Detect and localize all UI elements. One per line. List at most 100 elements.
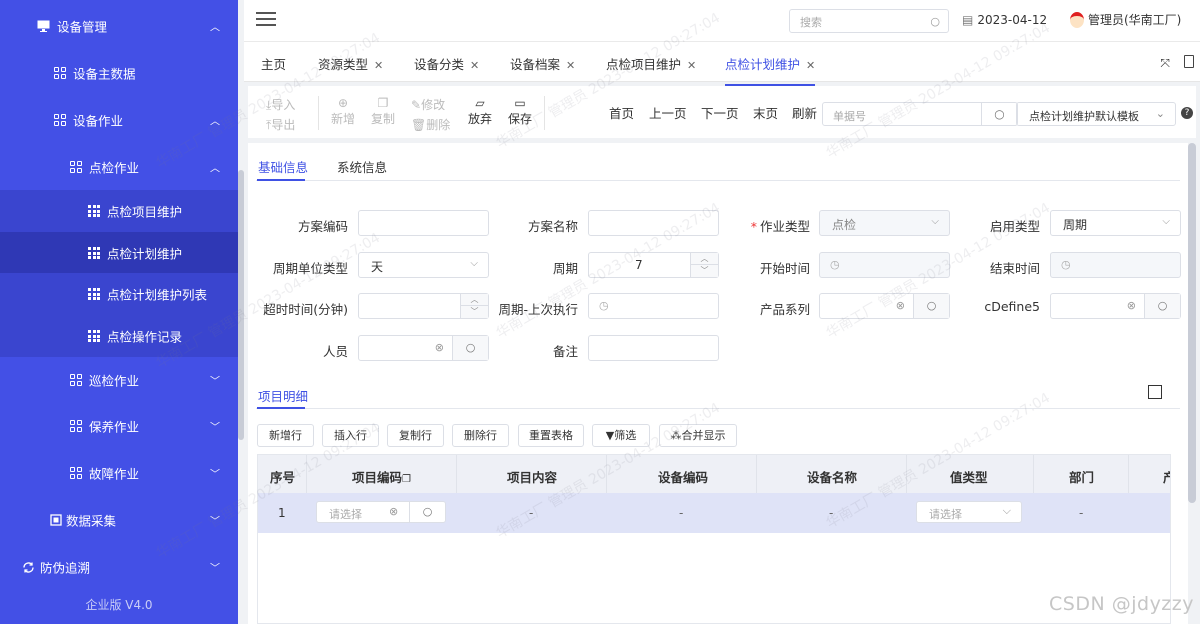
search-icon[interactable]: ○ [981, 103, 1017, 125]
tab-device-category[interactable]: 设备分类 ✕ [414, 54, 479, 73]
cycle-unit-select[interactable]: 天 ⌵ [358, 252, 489, 278]
close-icon[interactable]: ✕ [687, 59, 696, 72]
search-icon[interactable]: ○ [930, 15, 940, 28]
stepper-buttons[interactable]: ︿ ﹀ [690, 253, 718, 277]
search-input[interactable]: 搜索 ○ [789, 9, 949, 33]
column-header[interactable]: 部门 [1069, 467, 1094, 486]
document-icon[interactable] [1184, 55, 1194, 68]
sidebar-item-patrol[interactable]: 巡检作业 ﹀ [0, 359, 238, 401]
clear-icon[interactable]: ⊗ [896, 299, 905, 312]
clear-icon[interactable]: ⊗ [435, 341, 444, 354]
copy-icon[interactable]: ❐ [402, 474, 411, 485]
remark-input[interactable] [588, 335, 719, 361]
clear-icon[interactable]: ⊗ [1127, 299, 1136, 312]
merge-display-button[interactable]: ⁂合并显示 [659, 424, 737, 447]
item-code-input[interactable]: 请选择 ⊗ ○ [316, 501, 446, 523]
sidebar-item-trace[interactable]: 防伪追溯 ﹀ [0, 546, 238, 588]
clear-icon[interactable]: ⊗ [389, 505, 398, 518]
close-icon[interactable]: ✕ [470, 59, 479, 72]
filter-button[interactable]: ▼筛选 [592, 424, 650, 447]
last-page-button[interactable]: 末页 [753, 103, 778, 122]
menu-toggle-icon[interactable] [256, 12, 276, 28]
column-header[interactable]: 设备编码 [658, 467, 708, 486]
product-series-input[interactable]: ⊗ ○ [819, 293, 950, 319]
add-row-button[interactable]: 新增行 [257, 424, 314, 447]
table-row[interactable]: 1 请选择 ⊗ ○ - - - 请选择 ⌵ - [258, 493, 1170, 533]
work-type-select[interactable]: 点检 ⌵ [819, 210, 950, 236]
bill-number-input[interactable]: 单据号 ○ [822, 102, 1018, 126]
next-page-button[interactable]: 下一页 [701, 103, 739, 122]
sidebar-item-spot-check[interactable]: 点检作业 ︿ [0, 146, 238, 188]
save-button[interactable]: ▭ 保存 [508, 96, 532, 127]
sidebar-item-spot-check-plan[interactable]: 点检计划维护 [0, 232, 238, 274]
value-type-select[interactable]: 请选择 ⌵ [916, 501, 1022, 523]
reset-table-button[interactable]: 重置表格 [518, 424, 584, 447]
tab-basic-info[interactable]: 基础信息 [258, 157, 308, 176]
chevron-up-icon[interactable]: ︿ [461, 294, 488, 306]
sidebar-item-spot-check-plan-list[interactable]: 点检计划维护列表 [0, 273, 238, 315]
sidebar-item-spot-check-records[interactable]: 点检操作记录 [0, 315, 238, 357]
last-exec-input[interactable]: ◷ [588, 293, 719, 319]
search-icon[interactable]: ○ [452, 336, 488, 360]
edit-button[interactable]: ✎修改 [411, 96, 445, 113]
tab-spot-check-plan[interactable]: 点检计划维护 ✕ [725, 54, 816, 86]
tab-home[interactable]: 主页 [261, 54, 286, 73]
sidebar-item-spot-check-items[interactable]: 点检项目维护 [0, 190, 238, 232]
discard-button[interactable]: ▱ 放弃 [468, 96, 492, 127]
search-icon[interactable]: ○ [913, 294, 949, 318]
close-icon[interactable]: ✕ [374, 59, 383, 72]
plan-name-input[interactable] [588, 210, 719, 236]
column-header[interactable]: 产 [1163, 467, 1170, 486]
template-select[interactable]: 点检计划维护默认模板 ⌄ [1016, 102, 1176, 126]
chevron-up-icon[interactable]: ︿ [691, 253, 718, 265]
refresh-button[interactable]: 刷新 [792, 103, 817, 122]
tab-device-archive[interactable]: 设备档案 ✕ [510, 54, 575, 73]
column-header[interactable]: 序号 [270, 467, 295, 486]
sidebar-item-maintenance[interactable]: 保养作业 ﹀ [0, 405, 238, 447]
expand-icon[interactable] [1148, 385, 1162, 399]
device-code-cell[interactable]: - [679, 506, 683, 520]
column-header[interactable]: 值类型 [950, 467, 988, 486]
fullscreen-icon[interactable]: ⤧ [1160, 56, 1170, 71]
sidebar-item-device-management[interactable]: 设备管理 ︿ [0, 5, 238, 47]
sidebar-scrollbar[interactable] [238, 170, 244, 440]
copy-row-button[interactable]: 复制行 [387, 424, 444, 447]
add-button[interactable]: ⊕ 新增 [331, 96, 355, 127]
delete-row-button[interactable]: 删除行 [452, 424, 509, 447]
main-scrollbar[interactable] [1188, 143, 1196, 503]
tab-resource-type[interactable]: 资源类型 ✕ [318, 54, 383, 73]
plan-code-input[interactable] [358, 210, 489, 236]
cdefine5-input[interactable]: ⊗ ○ [1050, 293, 1181, 319]
enable-type-select[interactable]: 周期 ⌵ [1050, 210, 1181, 236]
column-header[interactable]: 项目编码❐ [352, 467, 411, 486]
search-icon[interactable]: ○ [1144, 294, 1180, 318]
help-icon[interactable]: ? [1181, 107, 1193, 119]
tab-system-info[interactable]: 系统信息 [337, 157, 387, 176]
first-page-button[interactable]: 首页 [609, 103, 634, 122]
export-button[interactable]: ⤒导出 [266, 116, 295, 133]
person-input[interactable]: ⊗ ○ [358, 335, 489, 361]
prev-page-button[interactable]: 上一页 [649, 103, 687, 122]
copy-button[interactable]: ❐ 复制 [371, 96, 395, 127]
user-menu[interactable]: 管理员(华南工厂) [1070, 11, 1181, 28]
close-icon[interactable]: ✕ [566, 59, 575, 72]
dept-cell[interactable]: - [1079, 506, 1083, 520]
column-header[interactable]: 项目内容 [507, 467, 557, 486]
item-content-cell[interactable]: - [529, 506, 533, 520]
sidebar-item-data-collection[interactable]: 数据采集 ﹀ [0, 499, 238, 541]
chevron-down-icon[interactable]: ﹀ [461, 306, 488, 318]
column-header[interactable]: 设备名称 [807, 467, 857, 486]
stepper-buttons[interactable]: ︿ ﹀ [460, 294, 488, 318]
cycle-stepper[interactable]: 7 ︿ ﹀ [588, 252, 719, 278]
sidebar-item-device-operations[interactable]: 设备作业 ︿ [0, 99, 238, 141]
device-name-cell[interactable]: - [829, 506, 833, 520]
insert-row-button[interactable]: 插入行 [322, 424, 379, 447]
sidebar-item-fault[interactable]: 故障作业 ﹀ [0, 452, 238, 494]
close-icon[interactable]: ✕ [806, 59, 815, 72]
timeout-stepper[interactable]: ︿ ﹀ [358, 293, 489, 319]
start-time-input[interactable]: ◷ [819, 252, 950, 278]
search-icon[interactable]: ○ [409, 502, 445, 522]
tab-spot-check-items[interactable]: 点检项目维护 ✕ [606, 54, 696, 73]
delete-button[interactable]: 🗑删除 [411, 116, 450, 133]
end-time-input[interactable]: ◷ [1050, 252, 1181, 278]
